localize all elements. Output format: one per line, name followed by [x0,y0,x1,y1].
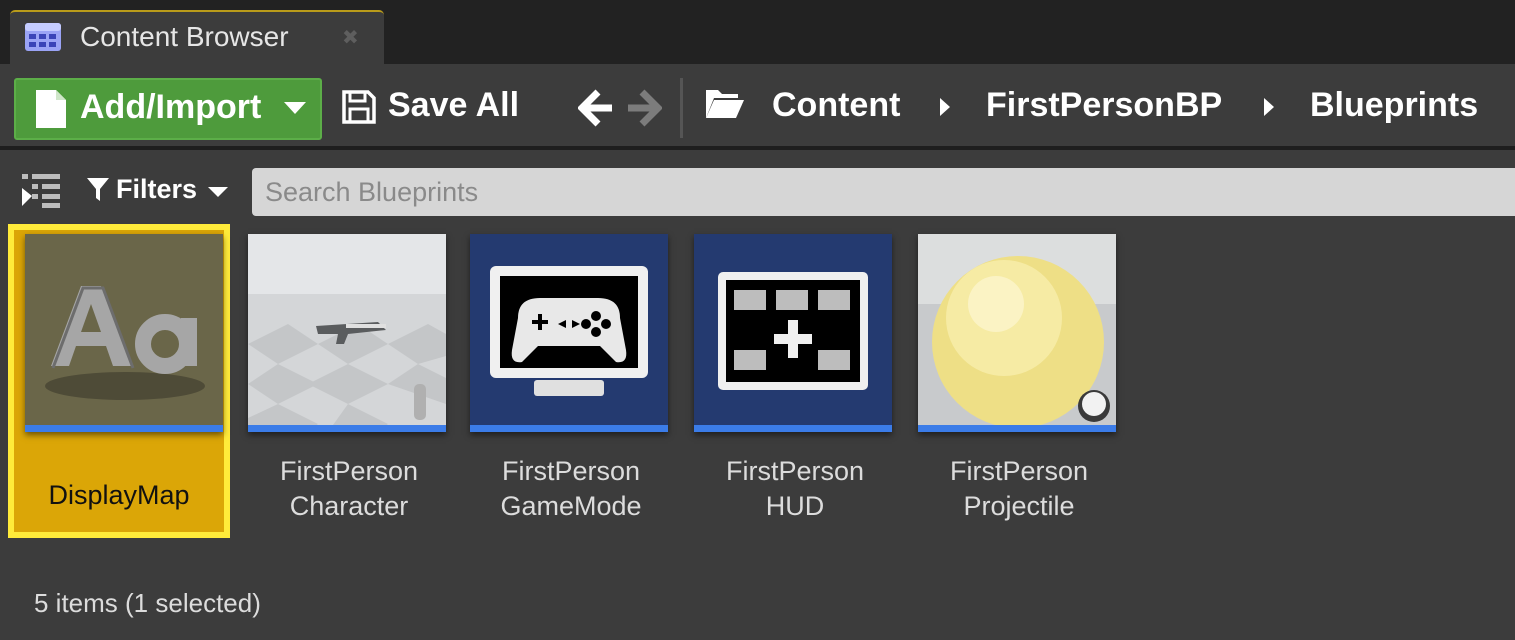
toolbar-divider [680,78,683,138]
asset-name: DisplayMap [48,480,190,510]
asset-thumbnail [248,234,446,432]
save-all-label: Save All [388,86,520,124]
character-gun-icon [248,234,446,432]
asset-tile-firstpersoncharacter[interactable]: FirstPerson Character [238,224,460,538]
asset-type-bar [470,425,668,432]
chevron-down-icon [284,102,306,114]
tab-title: Content Browser [80,21,289,52]
folder-open-icon [704,86,746,127]
asset-tile-firstpersongamemode[interactable]: FirstPerson GameMode [460,224,682,538]
close-icon[interactable]: ✖ [342,25,359,50]
asset-type-bar [694,425,892,432]
asset-tile-displaymap[interactable]: DisplayMap [8,224,230,538]
font-aa-icon [25,234,223,432]
breadcrumb-arrow-icon[interactable] [1264,98,1274,116]
filters-button[interactable]: Filters [86,174,236,208]
asset-tile-firstpersonprojectile[interactable]: FirstPerson Projectile [908,224,1130,538]
asset-type-bar [248,425,446,432]
asset-type-bar [918,425,1116,432]
content-browser-icon [24,20,62,54]
chevron-down-icon [208,187,228,197]
save-all-button[interactable]: Save All [340,78,540,140]
filter-icon [86,177,110,208]
asset-name: FirstPerson GameMode [500,456,642,521]
tab-strip: Content Browser ✖ [0,0,1515,64]
asset-thumbnail [470,234,668,432]
asset-name: FirstPerson Projectile [949,456,1089,521]
filters-label: Filters [116,174,198,204]
asset-thumbnail [694,234,892,432]
asset-type-bar [25,425,223,432]
add-import-label: Add/Import [80,88,262,126]
add-import-button[interactable]: Add/Import [14,78,322,140]
sources-panel-toggle-icon[interactable] [20,172,62,210]
breadcrumb-content[interactable]: Content [772,86,900,125]
asset-tile-firstpersonhud[interactable]: FirstPerson HUD [684,224,906,538]
toolbar: Add/Import Save All Content FirstPersonB… [0,64,1515,150]
save-icon [342,90,376,129]
asset-thumbnail [918,234,1116,432]
tab-content-browser[interactable]: Content Browser ✖ [10,10,384,64]
breadcrumb-blueprints[interactable]: Blueprints [1310,86,1478,125]
asset-thumbnail [25,234,223,432]
breadcrumb-firstpersonbp[interactable]: FirstPersonBP [986,86,1222,125]
yellow-sphere-icon [918,234,1116,432]
filter-bar: Filters [0,150,1515,220]
asset-name: FirstPerson Character [279,456,419,521]
search-input[interactable] [252,168,1515,216]
new-document-icon [34,88,68,135]
forward-arrow-icon[interactable] [626,88,663,128]
status-text: 5 items (1 selected) [34,588,261,618]
back-arrow-icon[interactable] [577,88,614,128]
breadcrumb-arrow-icon[interactable] [940,98,950,116]
hud-grid-icon [694,234,892,432]
asset-name: FirstPerson HUD [725,456,865,521]
gamepad-monitor-icon [470,234,668,432]
